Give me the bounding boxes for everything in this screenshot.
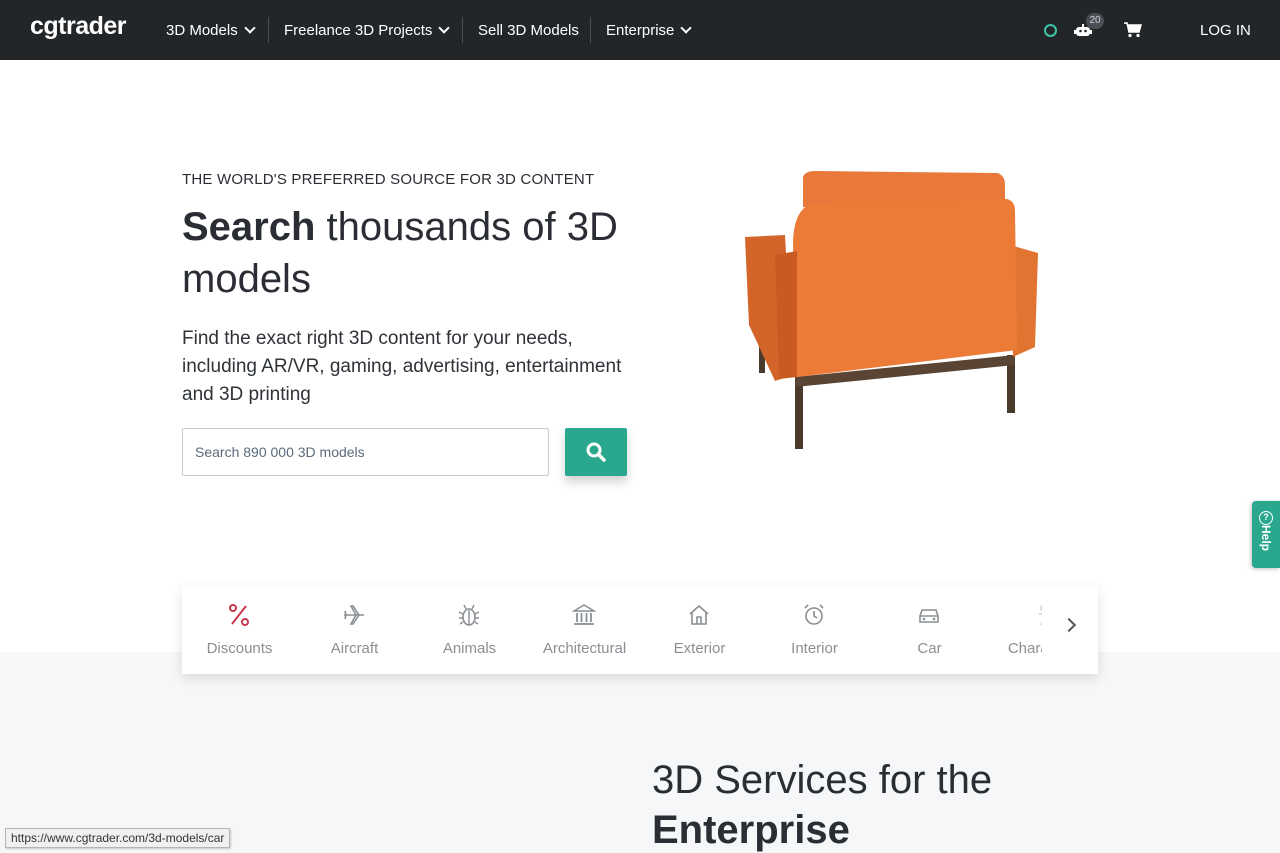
building-columns-icon — [572, 604, 596, 625]
nav-divider — [462, 17, 463, 43]
nav-freelance-projects[interactable]: Freelance 3D Projects — [284, 0, 451, 60]
nav-divider — [268, 17, 269, 43]
hero-title-bold: Search — [182, 205, 316, 249]
help-question-icon: ? — [1259, 511, 1273, 525]
nav-enterprise-label: Enterprise — [606, 21, 675, 39]
category-exterior[interactable]: Exterior — [642, 587, 757, 674]
category-carousel: Discounts Aircraft Animals Architectural… — [182, 587, 1098, 674]
category-label: Discounts — [206, 640, 273, 657]
hero-eyebrow: THE WORLD'S PREFERRED SOURCE FOR 3D CONT… — [182, 171, 595, 188]
nav-3d-models[interactable]: 3D Models — [166, 0, 256, 60]
category-animals[interactable]: Animals — [412, 587, 527, 674]
enterprise-title-bold: Enterprise — [652, 808, 850, 852]
nav-divider — [590, 17, 591, 43]
category-label: Architectural — [542, 640, 627, 657]
help-label: Help — [1259, 525, 1273, 552]
category-car[interactable]: Car — [872, 587, 987, 674]
nav-3d-models-label: 3D Models — [166, 21, 238, 39]
category-label: Interior — [791, 640, 838, 657]
house-icon — [689, 604, 709, 625]
percent-icon — [229, 604, 249, 626]
category-aircraft[interactable]: Aircraft — [297, 587, 412, 674]
top-navbar: cgtrader 3D Models Freelance 3D Projects… — [0, 0, 1280, 60]
search-button[interactable] — [565, 428, 627, 476]
notification-badge: 20 — [1086, 13, 1104, 29]
chevron-down-icon — [680, 21, 693, 34]
nav-enterprise[interactable]: Enterprise — [606, 0, 693, 60]
login-button[interactable]: LOG IN — [1200, 0, 1251, 60]
category-discounts[interactable]: Discounts — [182, 587, 297, 674]
car-icon — [919, 609, 939, 623]
logo[interactable]: cgtrader — [30, 12, 127, 41]
search-input[interactable] — [182, 428, 549, 476]
category-label: Animals — [442, 640, 497, 657]
lower-section-background — [0, 652, 1280, 853]
hero-title: Search thousands of 3D models — [182, 201, 642, 305]
category-interior[interactable]: Interior — [757, 587, 872, 674]
armchair-image — [745, 171, 1038, 449]
nav-sell-label: Sell 3D Models — [478, 21, 579, 39]
cart-icon[interactable] — [1124, 22, 1142, 38]
enterprise-title-line1: 3D Services for the — [652, 758, 993, 802]
chevron-down-icon — [438, 21, 451, 34]
status-bar-url: https://www.cgtrader.com/3d-models/car — [5, 828, 231, 848]
category-label: Aircraft — [330, 640, 379, 657]
chevron-down-icon — [244, 21, 256, 34]
clock-icon — [804, 604, 824, 625]
nav-sell-3d-models[interactable]: Sell 3D Models — [478, 0, 579, 60]
hero-description: Find the exact right 3D content for your… — [182, 328, 622, 405]
search-icon[interactable] — [1044, 24, 1057, 37]
category-label: Car — [917, 640, 942, 657]
airplane-icon — [344, 605, 364, 625]
category-architectural[interactable]: Architectural — [527, 587, 642, 674]
nav-freelance-label: Freelance 3D Projects — [284, 21, 433, 39]
enterprise-heading: 3D Services for the Enterprise — [652, 755, 992, 853]
search-icon — [586, 442, 606, 462]
bug-icon — [458, 604, 480, 626]
help-tab[interactable]: ? Help — [1252, 501, 1280, 568]
category-label: Exterior — [673, 640, 726, 657]
